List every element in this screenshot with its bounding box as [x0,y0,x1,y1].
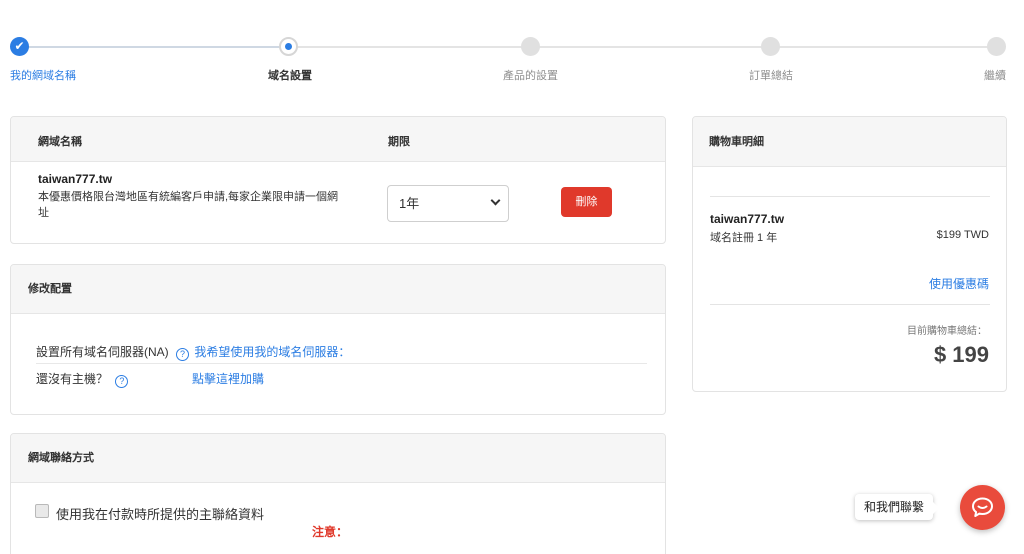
chat-tooltip[interactable]: 和我們聯繫 [855,494,940,520]
stepper-line-done [20,46,289,48]
step-dot-pending [987,37,1006,56]
chevron-down-icon [490,195,501,206]
cart-item-price: $199 TWD [936,229,989,241]
period-select[interactable]: 1年 [387,185,509,222]
contact-title: 網域聯絡方式 [11,434,665,483]
cart-summary: 購物車明細 taiwan777.tw 域名註冊 1 年 $199 TWD 使用優… [692,116,1007,392]
nameserver-row: 設置所有域名伺服器(NA) ? 我希望使用我的域名伺服器： [36,343,350,361]
domain-name: taiwan777.tw [38,172,113,186]
column-header-domain: 網域名稱 [38,136,82,148]
coupon-link[interactable]: 使用優惠碼 [929,275,989,292]
domain-note: 本優惠價格限台灣地區有統編客戶申請,每家企業限申請一個網址 [38,191,339,219]
use-primary-contact-checkbox[interactable] [35,504,49,518]
period-selected-value: 1年 [399,196,420,211]
notice-label: 注意： [312,525,349,539]
config-divider [36,363,647,364]
cart-divider [710,304,990,305]
step-dot-pending [761,37,780,56]
step-my-domains[interactable]: 我的網域名稱 [10,67,76,83]
cart-title: 購物車明細 [693,117,1006,167]
config-title: 修改配置 [11,265,665,314]
use-primary-contact-label[interactable]: 使用我在付款時所提供的主聯絡資料 [56,504,264,523]
step-product-settings: 產品的設置 [503,70,558,82]
stepper-line-pending [289,46,997,48]
checkmark-icon[interactable]: ✔ [10,37,29,56]
contact-panel: 網域聯絡方式 使用我在付款時所提供的主聯絡資料 注意： [10,433,666,554]
hosting-label: 還沒有主機？ [36,372,109,386]
hosting-row: 還沒有主機？ ? [36,370,129,388]
cart-item-desc: 域名註冊 1 年 [710,232,778,244]
cart-total-amount: $ 199 [933,342,989,367]
step-dot-pending [521,37,540,56]
step-continue: 繼續 [984,70,1006,82]
column-header-period: 期限 [388,136,410,148]
domain-table: 網域名稱 期限 taiwan777.tw 本優惠價格限台灣地區有統編客戶申請,每… [10,116,666,244]
cart-item-name: taiwan777.tw [710,212,785,226]
step-order-summary: 訂單總結 [749,70,793,82]
custom-nameserver-link[interactable]: 我希望使用我的域名伺服器： [194,345,350,359]
add-hosting-link[interactable]: 點擊這裡加購 [192,370,264,387]
help-icon[interactable]: ? [176,348,190,361]
chat-bubble-icon [972,497,993,517]
step-domain-settings: 域名設置 [268,70,312,82]
nameserver-label: 設置所有域名伺服器(NA) [36,345,169,359]
domain-table-header: 網域名稱 期限 [11,117,665,162]
cart-total-label: 目前購物車總結： [907,326,987,337]
help-icon[interactable]: ? [115,375,129,388]
cart-divider [710,196,990,197]
config-panel: 修改配置 設置所有域名伺服器(NA) ? 我希望使用我的域名伺服器： 還沒有主機… [10,264,666,415]
chat-button[interactable] [960,485,1005,530]
delete-button[interactable]: 刪除 [561,187,612,217]
checkout-stepper: ✔ 我的網域名稱 域名設置 產品的設置 訂單總結 繼續 [0,0,1024,90]
step-dot-current [279,37,298,56]
